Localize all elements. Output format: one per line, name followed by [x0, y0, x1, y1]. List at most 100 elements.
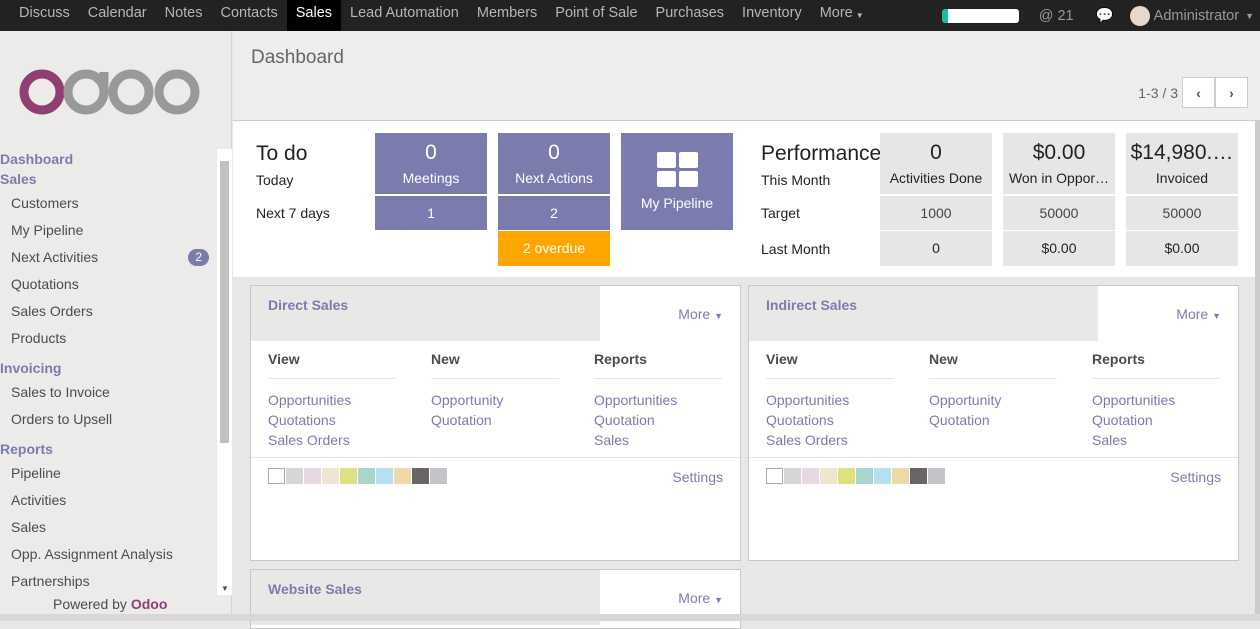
new-column: New Opportunity Quotation — [431, 351, 559, 430]
color-swatch[interactable] — [268, 468, 285, 484]
color-swatch[interactable] — [820, 468, 837, 484]
sidebar-item[interactable]: My Pipeline — [0, 217, 217, 244]
meetings-tile[interactable]: 0 Meetings — [375, 133, 487, 194]
color-swatch[interactable] — [856, 468, 873, 484]
menu-section-dashboard[interactable]: Dashboard — [0, 149, 217, 169]
app-menu-contacts[interactable]: Contacts — [212, 0, 287, 31]
color-swatch[interactable] — [766, 468, 783, 484]
team-link[interactable]: Quotations — [268, 410, 396, 430]
next-actions-tile[interactable]: 0 Next Actions — [498, 133, 610, 194]
main-scrollbar[interactable] — [1255, 121, 1260, 614]
sidebar-item[interactable]: Activities — [0, 487, 217, 514]
color-swatch[interactable] — [838, 468, 855, 484]
menu-section-invoicing[interactable]: Invoicing — [0, 358, 217, 379]
chat-icon[interactable]: 💬 — [1096, 7, 1114, 24]
sidebar-item[interactable]: Sales — [0, 514, 217, 541]
team-link[interactable]: Opportunities — [268, 390, 396, 410]
app-menu-more[interactable]: More — [811, 0, 862, 31]
app-menu-point-of-sale[interactable]: Point of Sale — [546, 0, 646, 31]
color-swatch[interactable] — [322, 468, 339, 484]
team-title[interactable]: Indirect Sales — [766, 297, 857, 313]
color-swatch[interactable] — [910, 468, 927, 484]
color-swatch[interactable] — [892, 468, 909, 484]
team-link[interactable]: Quotation — [1092, 410, 1220, 430]
sidebar-item[interactable]: Sales to Invoice — [0, 379, 217, 406]
team-link[interactable]: Quotation — [594, 410, 722, 430]
mentions-counter[interactable]: @ 21 — [1039, 8, 1074, 24]
color-picker[interactable] — [766, 468, 946, 484]
app-menu-inventory[interactable]: Inventory — [733, 0, 811, 31]
team-link[interactable]: Sales — [1092, 430, 1220, 450]
overdue-button[interactable]: 2 overdue — [498, 231, 610, 266]
color-swatch[interactable] — [340, 468, 357, 484]
my-pipeline-tile[interactable]: My Pipeline — [621, 133, 733, 230]
color-swatch[interactable] — [394, 468, 411, 484]
color-swatch[interactable] — [286, 468, 303, 484]
app-menu-lead-automation[interactable]: Lead Automation — [341, 0, 468, 31]
perf-kpi[interactable]: $14,980.… Invoiced — [1126, 133, 1238, 194]
more-dropdown[interactable]: More ▼ — [678, 306, 723, 322]
sidebar-item[interactable]: Orders to Upsell — [0, 406, 217, 433]
app-menu-purchases[interactable]: Purchases — [647, 0, 734, 31]
perf-target[interactable]: 50000 — [1126, 196, 1238, 230]
perf-target[interactable]: 1000 — [880, 196, 992, 230]
more-dropdown[interactable]: More ▼ — [1176, 306, 1221, 322]
odoo-link[interactable]: Odoo — [131, 596, 168, 612]
meetings-next7[interactable]: 1 — [375, 196, 487, 230]
team-link[interactable]: Sales Orders — [766, 430, 894, 450]
team-link[interactable]: Sales Orders — [268, 430, 396, 450]
sidebar-item[interactable]: Next Activities 2 — [0, 244, 217, 271]
pager-value[interactable]: 1-3 / 3 — [1138, 85, 1178, 101]
menu-section-reports[interactable]: Reports — [0, 439, 217, 460]
menu-section-sales[interactable]: Sales — [0, 169, 217, 190]
sidebar-item[interactable]: Customers — [0, 190, 217, 217]
app-menu-discuss[interactable]: Discuss — [0, 0, 79, 31]
color-swatch[interactable] — [802, 468, 819, 484]
color-swatch[interactable] — [430, 468, 447, 484]
team-link[interactable]: Quotation — [929, 410, 1057, 430]
team-title[interactable]: Website Sales — [268, 581, 362, 597]
sidebar-item[interactable]: Quotations — [0, 271, 217, 298]
color-swatch[interactable] — [874, 468, 891, 484]
color-swatch[interactable] — [412, 468, 429, 484]
color-swatch[interactable] — [358, 468, 375, 484]
next-actions-next7[interactable]: 2 — [498, 196, 610, 230]
app-menu-notes[interactable]: Notes — [156, 0, 212, 31]
pager-next-button[interactable]: › — [1215, 77, 1248, 108]
team-link[interactable]: Opportunity — [929, 390, 1057, 410]
team-link[interactable]: Opportunities — [1092, 390, 1220, 410]
perf-kpi[interactable]: $0.00 Won in Oppor… — [1003, 133, 1115, 194]
sales-team-card: Indirect Sales More ▼ View Opportunities Qu… — [748, 285, 1239, 561]
color-swatch[interactable] — [376, 468, 393, 484]
sidebar-item[interactable]: Pipeline — [0, 460, 217, 487]
sidebar-item[interactable]: Sales Orders — [0, 298, 217, 325]
sidebar-item[interactable]: Partnerships — [0, 568, 217, 595]
last-month-label: Last Month — [761, 241, 831, 257]
sidebar-item[interactable]: Opp. Assignment Analysis — [0, 541, 217, 568]
more-dropdown[interactable]: More ▼ — [678, 590, 723, 606]
user-menu[interactable]: Administrator — [1154, 8, 1239, 24]
avatar[interactable] — [1129, 5, 1150, 26]
team-link[interactable]: Opportunities — [766, 390, 894, 410]
settings-link[interactable]: Settings — [672, 469, 723, 485]
team-link[interactable]: Quotations — [766, 410, 894, 430]
team-link[interactable]: Sales — [594, 430, 722, 450]
team-link[interactable]: Opportunity — [431, 390, 559, 410]
sidebar-scrollbar[interactable]: ▼ — [217, 149, 232, 595]
team-title[interactable]: Direct Sales — [268, 297, 348, 313]
color-swatch[interactable] — [304, 468, 321, 484]
settings-link[interactable]: Settings — [1170, 469, 1221, 485]
perf-kpi[interactable]: 0 Activities Done — [880, 133, 992, 194]
team-link[interactable]: Opportunities — [594, 390, 722, 410]
sidebar-item[interactable]: Products — [0, 325, 217, 352]
pager-previous-button[interactable]: ‹ — [1182, 77, 1215, 108]
app-menu-members[interactable]: Members — [468, 0, 546, 31]
app-menu-sales[interactable]: Sales — [286, 0, 342, 31]
perf-target[interactable]: 50000 — [1003, 196, 1115, 230]
sidebar-menu: Dashboard Sales Customers My Pipeline Next A… — [0, 149, 217, 595]
color-picker[interactable] — [268, 468, 448, 484]
app-menu-calendar[interactable]: Calendar — [79, 0, 156, 31]
team-link[interactable]: Quotation — [431, 410, 559, 430]
color-swatch[interactable] — [928, 468, 945, 484]
color-swatch[interactable] — [784, 468, 801, 484]
